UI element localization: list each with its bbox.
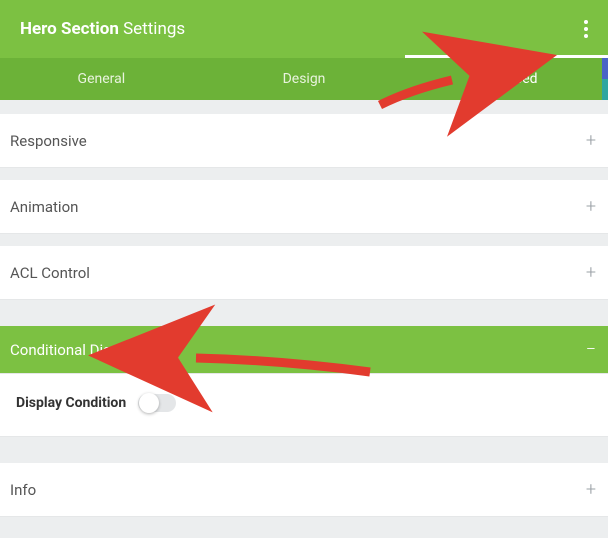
tab-general[interactable]: General — [0, 58, 203, 100]
panel-conditional-display[interactable]: Conditional Display − — [0, 326, 608, 374]
header-title: Hero Section Settings — [20, 19, 185, 39]
panel-title: Animation — [10, 198, 78, 216]
panel-title: ACL Control — [10, 264, 90, 282]
tab-label: General — [78, 71, 126, 87]
kebab-menu-icon[interactable] — [584, 20, 588, 38]
display-condition-label: Display Condition — [16, 395, 126, 411]
tab-label: Advanced — [476, 71, 538, 87]
side-stripes — [602, 58, 608, 100]
tabs-bar: General Design Advanced — [0, 58, 608, 100]
header-title-bold: Hero Section — [20, 19, 119, 39]
panel-title: Responsive — [10, 132, 87, 150]
expand-icon: + — [586, 196, 596, 217]
expand-icon: + — [586, 479, 596, 500]
panel-info[interactable]: Info + — [0, 463, 608, 517]
panel-responsive[interactable]: Responsive + — [0, 114, 608, 168]
tab-advanced[interactable]: Advanced — [405, 58, 608, 100]
header-title-rest: Settings — [123, 19, 185, 39]
settings-header: Hero Section Settings — [0, 0, 608, 58]
tab-label: Design — [283, 71, 326, 87]
expand-icon: + — [586, 262, 596, 283]
toggle-knob — [139, 393, 159, 413]
tab-design[interactable]: Design — [203, 58, 406, 100]
collapse-icon: − — [586, 339, 596, 360]
expand-icon: + — [586, 130, 596, 151]
display-condition-toggle[interactable] — [138, 394, 176, 412]
panel-acl-control[interactable]: ACL Control + — [0, 246, 608, 300]
panel-title: Info — [10, 481, 36, 499]
panel-list: Responsive + Animation + ACL Control + C… — [0, 114, 608, 517]
panel-title: Conditional Display — [10, 341, 138, 359]
panel-animation[interactable]: Animation + — [0, 180, 608, 234]
panel-conditional-body: Display Condition — [0, 374, 608, 437]
